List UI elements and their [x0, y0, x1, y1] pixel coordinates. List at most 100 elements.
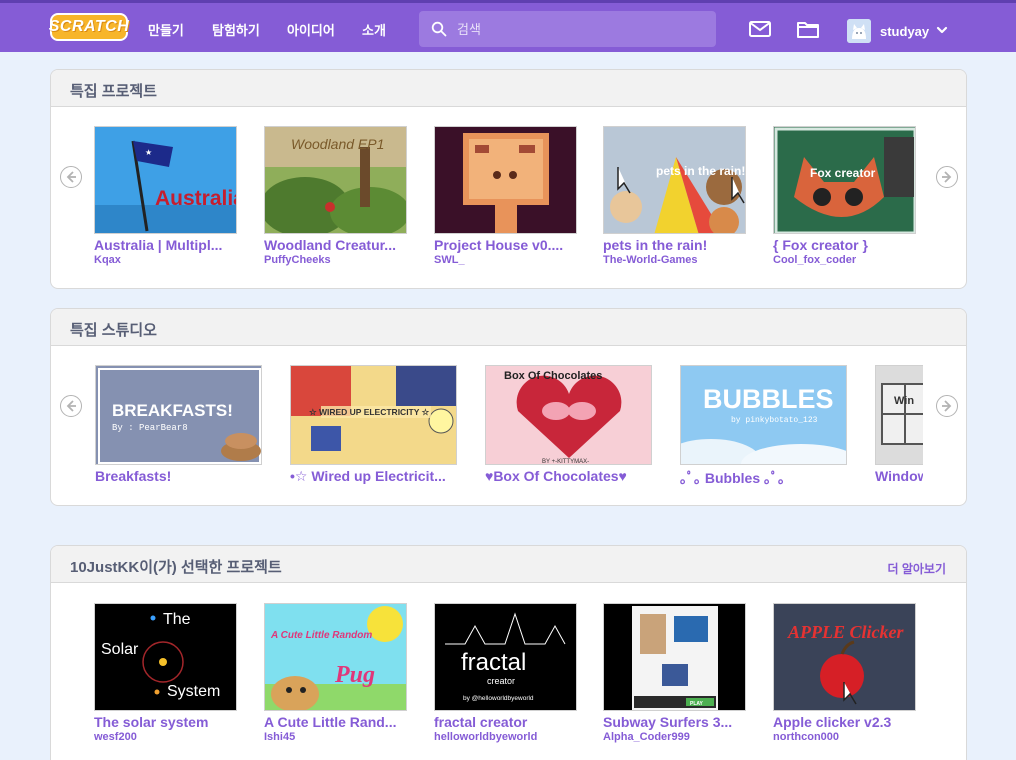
scratch-logo[interactable]: SCRATCH	[49, 13, 129, 41]
project-card[interactable]: Fox creator { Fox creator } Cool_fox_cod…	[773, 126, 916, 266]
avatar-cat-icon	[847, 19, 871, 43]
project-author[interactable]: Ishi45	[264, 731, 295, 743]
my-stuff-folder-icon[interactable]	[796, 19, 820, 39]
studio-title[interactable]: ♥Box Of Chocolates♥	[485, 468, 652, 484]
section-title: 10JustKK이(가) 선택한 프로젝트	[70, 559, 282, 576]
studio-carousel: BREAKFASTS! By : PearBear8 Breakfasts! ☆…	[95, 365, 923, 495]
project-title[interactable]: Australia | Multipl...	[94, 237, 237, 253]
thumb-text: Solar	[101, 641, 139, 658]
project-title[interactable]: Subway Surfers 3...	[603, 714, 746, 730]
studio-card[interactable]: Box Of Chocolates BY +-KITTYMAX- ♥Box Of…	[485, 365, 652, 490]
thumb-text: The	[163, 611, 191, 628]
project-thumbnail[interactable]: PLAY	[603, 603, 746, 711]
project-thumbnail[interactable]: APPLE Clicker	[773, 603, 916, 711]
project-author[interactable]: PuffyCheeks	[264, 254, 331, 266]
search-input[interactable]	[457, 19, 707, 39]
thumb-text: BUBBLES	[703, 384, 834, 414]
featured-studios-section: 특집 스튜디오 BREAKFASTS! By : PearBear8 Break…	[50, 308, 967, 506]
project-card[interactable]: Project House v0.... SWL_	[434, 126, 577, 266]
carousel-next-button[interactable]	[936, 166, 958, 188]
project-thumbnail[interactable]: ★ Australia Art	[94, 126, 237, 234]
project-title[interactable]: Apple clicker v2.3	[773, 714, 916, 730]
project-title[interactable]: Project House v0....	[434, 237, 577, 253]
project-thumbnail[interactable]: Woodland EP1	[264, 126, 407, 234]
search-icon	[431, 21, 447, 37]
studio-card[interactable]: Win Window	[875, 365, 923, 490]
thumb-text: by @helloworldbyeworld	[463, 695, 534, 702]
nav-about[interactable]: 소개	[362, 20, 386, 39]
project-title[interactable]: { Fox creator }	[773, 237, 916, 253]
project-card[interactable]: fractal creator by @helloworldbyeworld f…	[434, 603, 577, 743]
nav-ideas[interactable]: 아이디어	[287, 20, 335, 39]
project-author[interactable]: helloworldbyeworld	[434, 731, 537, 743]
project-card[interactable]: PLAY Subway Surfers 3... Alpha_Coder999	[603, 603, 746, 743]
thumb-subtext: By : PearBear8	[112, 423, 188, 433]
messages-icon[interactable]	[748, 19, 772, 39]
arrow-left-icon	[66, 400, 76, 412]
curated-projects-section: 10JustKK이(가) 선택한 프로젝트 더 알아보기 The Solar S…	[50, 545, 967, 760]
carousel-prev-button[interactable]	[60, 166, 82, 188]
project-card[interactable]: ★ Australia Art Australia | Multipl... K…	[94, 126, 237, 266]
thumb-text: pets in the rain!	[656, 164, 745, 178]
project-card[interactable]: A Cute Little Random Pug A Cute Little R…	[264, 603, 407, 743]
project-thumbnail[interactable]	[434, 126, 577, 234]
thumb-subtext: BY +-KITTYMAX-	[542, 459, 589, 465]
nav-explore[interactable]: 탐험하기	[212, 20, 260, 39]
project-author[interactable]: northcon000	[773, 731, 839, 743]
project-title[interactable]: Woodland Creatur...	[264, 237, 407, 253]
search-bar	[419, 11, 716, 47]
section-header: 특집 프로젝트	[51, 70, 966, 107]
section-header: 특집 스튜디오	[51, 309, 966, 346]
thumb-text: Win	[894, 395, 914, 407]
carousel-next-button[interactable]	[936, 395, 958, 417]
studio-card[interactable]: ☆ WIRED UP ELECTRICITY ☆ •☆ Wired up Ele…	[290, 365, 457, 490]
project-title[interactable]: fractal creator	[434, 714, 577, 730]
project-author[interactable]: Kqax	[94, 254, 121, 266]
project-thumbnail[interactable]: A Cute Little Random Pug	[264, 603, 407, 711]
project-title[interactable]: pets in the rain!	[603, 237, 746, 253]
project-title[interactable]: The solar system	[94, 714, 237, 730]
project-author[interactable]: Alpha_Coder999	[603, 731, 690, 743]
avatar[interactable]	[847, 19, 871, 43]
project-title[interactable]: A Cute Little Rand...	[264, 714, 407, 730]
project-card[interactable]: Woodland EP1 Woodland Creatur... PuffyCh…	[264, 126, 407, 266]
studio-card[interactable]: BUBBLES by pinkybotato_123 ｡ﾟ｡ Bubbles ｡…	[680, 365, 847, 490]
project-thumbnail[interactable]: pets in the rain!	[603, 126, 746, 234]
studio-thumbnail[interactable]: Box Of Chocolates BY +-KITTYMAX-	[485, 365, 652, 465]
thumb-text: fractal	[461, 649, 526, 676]
project-author[interactable]: Cool_fox_coder	[773, 254, 856, 266]
studio-thumbnail[interactable]: BREAKFASTS! By : PearBear8	[95, 365, 262, 465]
studio-title[interactable]: Breakfasts!	[95, 468, 262, 484]
studio-title[interactable]: ｡ﾟ｡ Bubbles ｡ﾟ｡	[680, 468, 847, 488]
carousel-prev-button[interactable]	[60, 395, 82, 417]
arrow-right-icon	[942, 171, 952, 183]
project-author[interactable]: SWL_	[434, 254, 465, 266]
thumb-text: PLAY	[690, 701, 704, 707]
studio-thumbnail[interactable]: ☆ WIRED UP ELECTRICITY ☆	[290, 365, 457, 465]
studio-title[interactable]: Window	[875, 468, 923, 484]
studio-thumbnail[interactable]: BUBBLES by pinkybotato_123	[680, 365, 847, 465]
project-thumbnail[interactable]: Fox creator	[773, 126, 916, 234]
studio-thumbnail[interactable]: Win	[875, 365, 923, 465]
thumb-text: Australia Art	[155, 187, 237, 210]
project-card[interactable]: pets in the rain! pets in the rain! The-…	[603, 126, 746, 266]
thumb-text: ☆ WIRED UP ELECTRICITY ☆	[309, 407, 431, 417]
thumb-text: BREAKFASTS!	[112, 401, 233, 420]
project-author[interactable]: wesf200	[94, 731, 137, 743]
project-thumbnail[interactable]: The Solar System	[94, 603, 237, 711]
studio-title[interactable]: •☆ Wired up Electricit...	[290, 468, 457, 485]
arrow-right-icon	[942, 400, 952, 412]
username[interactable]: studyay	[880, 24, 929, 39]
arrow-left-icon	[66, 171, 76, 183]
project-thumbnail[interactable]: fractal creator by @helloworldbyeworld	[434, 603, 577, 711]
thumb-text: APPLE Clicker	[787, 622, 904, 642]
project-author[interactable]: The-World-Games	[603, 254, 698, 266]
project-card[interactable]: APPLE Clicker Apple clicker v2.3 northco…	[773, 603, 916, 743]
section-header: 10JustKK이(가) 선택한 프로젝트 더 알아보기	[51, 546, 966, 583]
thumb-text: A Cute Little Random	[270, 630, 372, 641]
learn-more-link[interactable]: 더 알아보기	[887, 560, 946, 577]
nav-create[interactable]: 만들기	[148, 20, 184, 39]
chevron-down-icon[interactable]	[936, 25, 948, 35]
project-card[interactable]: The Solar System The solar system wesf20…	[94, 603, 237, 743]
studio-card[interactable]: BREAKFASTS! By : PearBear8 Breakfasts!	[95, 365, 262, 490]
